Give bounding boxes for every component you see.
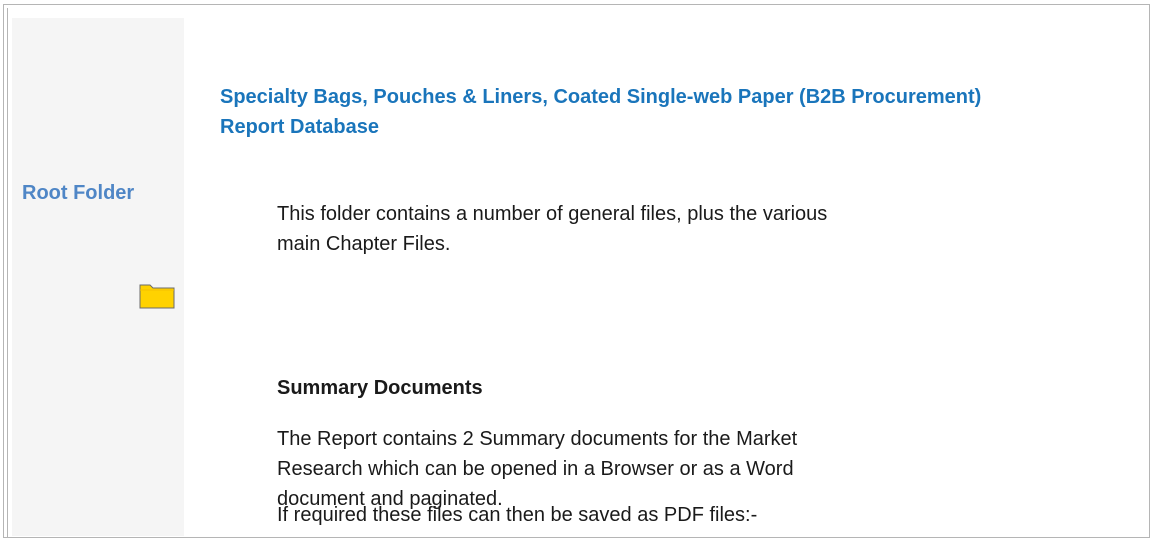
root-folder-label[interactable]: Root Folder — [22, 182, 134, 205]
report-title: Specialty Bags, Pouches & Liners, Coated… — [220, 86, 982, 138]
intro-line-2: main Chapter Files. — [277, 233, 451, 255]
intro-line-1: This folder contains a number of general… — [277, 203, 828, 225]
sidebar — [12, 18, 184, 536]
folder-icon[interactable] — [139, 281, 175, 309]
pdf-note: If required these files can then be save… — [277, 504, 758, 526]
summary-documents-heading: Summary Documents — [277, 377, 483, 399]
